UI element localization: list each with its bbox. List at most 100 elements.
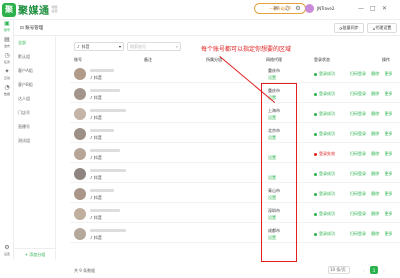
more-button[interactable]: 更多 bbox=[385, 211, 393, 216]
scan-login-button[interactable]: 扫码登录 bbox=[350, 231, 366, 236]
delete-button[interactable]: 删除 bbox=[371, 131, 379, 136]
rail-item-settings[interactable]: ⚙ 设置 bbox=[0, 244, 14, 258]
login-status: 登录成功 bbox=[314, 191, 335, 197]
platform-text: 抖音 bbox=[93, 195, 102, 200]
main-panel: ♪ 抖音 ▾ 搜索账号 ⌕ 每个账号都可以指定你想要的区域 账号 备注 所属分组… bbox=[56, 36, 400, 274]
row-actions: 扫码登录 删除 更多 bbox=[350, 111, 397, 117]
col-header: 操作 bbox=[382, 57, 390, 62]
close-icon[interactable]: ✕ bbox=[382, 5, 387, 12]
rail-item-interact[interactable]: ✦ 互动 bbox=[0, 68, 14, 82]
app-logo: 聚 聚媒通 视频运营 bbox=[2, 2, 60, 17]
more-button[interactable]: 更多 bbox=[385, 131, 393, 136]
add-group-button[interactable]: + 添加分组 bbox=[14, 248, 56, 260]
rail-item-accounts[interactable]: ▣ 账号 bbox=[0, 20, 14, 34]
account-name-redacted bbox=[90, 209, 120, 212]
platform-text: 抖音 bbox=[93, 235, 102, 240]
platform-label: ♪ 抖音 bbox=[90, 175, 102, 181]
rail-label: 任务 bbox=[3, 60, 10, 64]
more-button[interactable]: 更多 bbox=[385, 71, 393, 76]
login-status: 登录成功 bbox=[314, 131, 335, 137]
account-name-redacted bbox=[90, 189, 114, 192]
avatar[interactable] bbox=[305, 4, 314, 13]
platform-text: 抖音 bbox=[93, 115, 102, 120]
col-header: 账号 bbox=[74, 57, 82, 62]
group-item[interactable]: 客户B组 bbox=[18, 82, 33, 88]
page-title: ⊡ 账号管理 bbox=[20, 26, 44, 31]
login-status: 登录成功 bbox=[314, 231, 335, 237]
message-icon[interactable]: ✉ bbox=[272, 5, 280, 13]
scan-login-button[interactable]: 扫码登录 bbox=[350, 131, 366, 136]
delete-button[interactable]: 删除 bbox=[371, 91, 379, 96]
status-text: 登录成功 bbox=[319, 111, 335, 116]
status-text: 登录成功 bbox=[319, 231, 335, 236]
status-dot-icon bbox=[314, 212, 317, 216]
more-button[interactable]: 更多 bbox=[385, 111, 393, 116]
rail-item-tasks[interactable]: ◷ 任务 bbox=[0, 52, 14, 66]
platform-select[interactable]: ♪ 抖音 ▾ bbox=[74, 42, 124, 51]
highlight-box bbox=[261, 83, 297, 262]
proxy-settings-button[interactable]: ⌂ 代理设置 bbox=[367, 23, 397, 33]
platform-label: ♪ 抖音 bbox=[90, 235, 102, 241]
page-size-select[interactable]: 10 条/页 bbox=[328, 266, 350, 274]
table-row: ♪ 抖音 深圳市 设置 登录成功 扫码登录 删除 更多 bbox=[70, 205, 400, 223]
more-button[interactable]: 更多 bbox=[385, 171, 393, 176]
more-button[interactable]: 更多 bbox=[385, 231, 393, 236]
status-dot-icon bbox=[314, 192, 317, 196]
scan-login-button[interactable]: 扫码登录 bbox=[350, 171, 366, 176]
delete-button[interactable]: 删除 bbox=[371, 191, 379, 196]
more-button[interactable]: 更多 bbox=[385, 151, 393, 156]
row-actions: 扫码登录 删除 更多 bbox=[350, 231, 397, 237]
group-item[interactable]: 达人组 bbox=[18, 96, 30, 102]
account-avatar bbox=[74, 148, 86, 160]
account-name-redacted bbox=[90, 89, 120, 92]
delete-button[interactable]: 删除 bbox=[371, 111, 379, 116]
settings-icon[interactable]: ⚙ bbox=[294, 5, 302, 13]
scan-login-button[interactable]: 扫码登录 bbox=[350, 71, 366, 76]
delete-button[interactable]: 删除 bbox=[371, 151, 379, 156]
proxy-edit-link[interactable]: 设置 bbox=[268, 75, 276, 81]
scan-login-button[interactable]: 扫码登录 bbox=[350, 191, 366, 196]
rail-item-data[interactable]: ◔ 数据 bbox=[0, 84, 14, 98]
delete-button[interactable]: 删除 bbox=[371, 171, 379, 176]
next-page-button[interactable]: › bbox=[380, 266, 388, 274]
rail-item-publish[interactable]: ▤ 发布 bbox=[0, 36, 14, 50]
bell-icon[interactable]: ♫ bbox=[283, 5, 291, 13]
delete-button[interactable]: 删除 bbox=[371, 71, 379, 76]
page-number[interactable]: 1 bbox=[370, 266, 378, 274]
search-icon: ⌕ bbox=[175, 44, 178, 49]
group-item[interactable]: 门店号 bbox=[18, 110, 30, 116]
search-input[interactable]: 搜索账号 ⌕ bbox=[127, 42, 181, 51]
scan-login-button[interactable]: 扫码登录 bbox=[350, 211, 366, 216]
group-item[interactable]: 客户A组 bbox=[18, 68, 33, 74]
group-item[interactable]: 测试组 bbox=[18, 138, 30, 144]
delete-button[interactable]: 删除 bbox=[371, 211, 379, 216]
tiktok-icon: ♪ bbox=[90, 95, 93, 100]
batch-sync-button[interactable]: ⟳ 批量同步 bbox=[334, 23, 364, 33]
top-bar: 聚 聚媒通 视频运营 一键升级VIP ✉ ♫ ⚙ JNTrove2 — □ ✕ bbox=[0, 0, 400, 20]
scan-login-button[interactable]: 扫码登录 bbox=[350, 91, 366, 96]
rail-label: 互动 bbox=[3, 76, 10, 80]
maximize-icon[interactable]: □ bbox=[370, 5, 376, 12]
prev-page-button[interactable]: ‹ bbox=[360, 266, 368, 274]
username[interactable]: JNTrove2 bbox=[317, 6, 334, 11]
account-avatar bbox=[74, 68, 86, 80]
status-text: 登录成功 bbox=[319, 191, 335, 196]
account-name-redacted bbox=[90, 169, 126, 172]
platform-label: ♪ 抖音 bbox=[90, 75, 102, 81]
account-name-redacted bbox=[90, 149, 120, 152]
minimize-icon[interactable]: — bbox=[358, 5, 364, 12]
col-header: 登录状态 bbox=[314, 57, 330, 62]
delete-button[interactable]: 删除 bbox=[371, 231, 379, 236]
group-item[interactable]: 全部 bbox=[18, 40, 26, 46]
group-item[interactable]: 直播号 bbox=[18, 124, 30, 130]
group-item[interactable]: 默认组 bbox=[18, 54, 30, 60]
platform-text: 抖音 bbox=[93, 175, 102, 180]
star-icon: ✦ bbox=[4, 68, 10, 75]
row-actions: 扫码登录 删除 更多 bbox=[350, 151, 397, 157]
scan-login-button[interactable]: 扫码登录 bbox=[350, 111, 366, 116]
more-button[interactable]: 更多 bbox=[385, 91, 393, 96]
more-button[interactable]: 更多 bbox=[385, 191, 393, 196]
proxy-settings-label: 代理设置 bbox=[375, 25, 392, 30]
batch-sync-label: 批量同步 bbox=[342, 25, 359, 30]
scan-login-button[interactable]: 扫码登录 bbox=[350, 151, 366, 156]
